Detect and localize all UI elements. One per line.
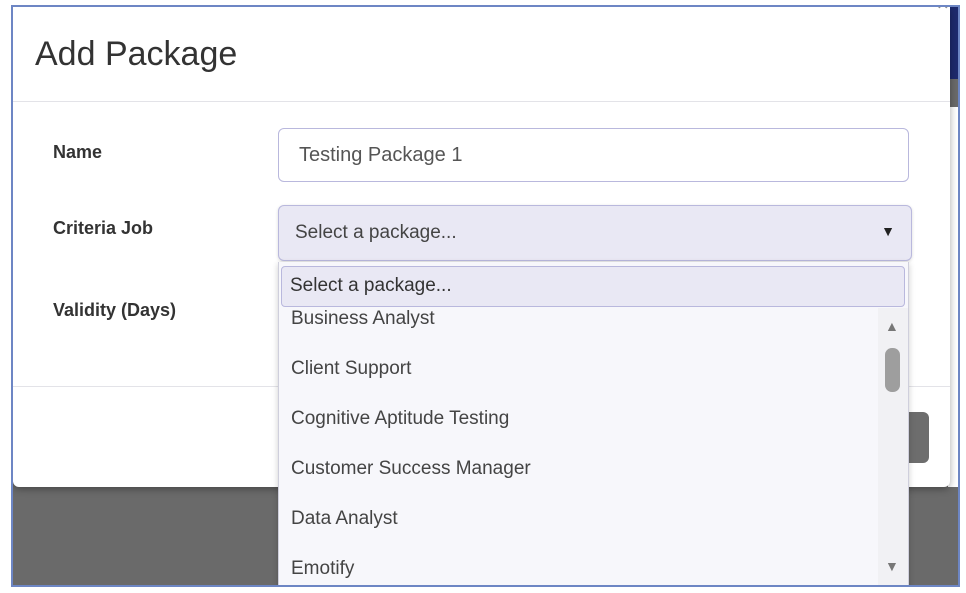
name-input[interactable] — [278, 128, 909, 182]
scroll-down-icon[interactable]: ▼ — [885, 558, 899, 574]
dropdown-option[interactable]: Cognitive Aptitude Testing — [279, 394, 879, 444]
dropdown-search-field[interactable]: Select a package... — [281, 266, 905, 307]
criteria-job-select[interactable]: Select a package... ▼ — [278, 205, 912, 261]
dropdown-options: Business Analyst Client Support Cognitiv… — [279, 308, 879, 585]
name-label: Name — [53, 142, 103, 162]
dropdown-option[interactable]: Emotify — [279, 544, 879, 585]
scroll-up-icon[interactable]: ▲ — [885, 318, 899, 334]
modal-header: Add Package ⌃ — [13, 7, 952, 102]
close-icon[interactable]: ⌃ — [934, 7, 952, 25]
dropdown-option[interactable]: Business Analyst — [279, 308, 879, 344]
app-frame: Add Package ⌃ Name Criteria Job Select a… — [11, 5, 960, 587]
dropdown-scrollbar[interactable]: ▲ ▼ — [878, 308, 908, 585]
dropdown-option[interactable]: Client Support — [279, 344, 879, 394]
dropdown-option[interactable]: Data Analyst — [279, 494, 879, 544]
caret-down-icon[interactable]: ▼ — [881, 223, 895, 239]
validity-label: Validity (Days) — [53, 300, 177, 320]
dropdown-option[interactable]: Customer Success Manager — [279, 444, 879, 494]
scroll-thumb[interactable] — [885, 348, 900, 392]
modal-title: Add Package — [35, 35, 238, 73]
criteria-job-label: Criteria Job — [53, 218, 154, 238]
criteria-dropdown: Select a package... Business Analyst Cli… — [278, 262, 909, 585]
select-value: Select a package... — [295, 222, 457, 243]
